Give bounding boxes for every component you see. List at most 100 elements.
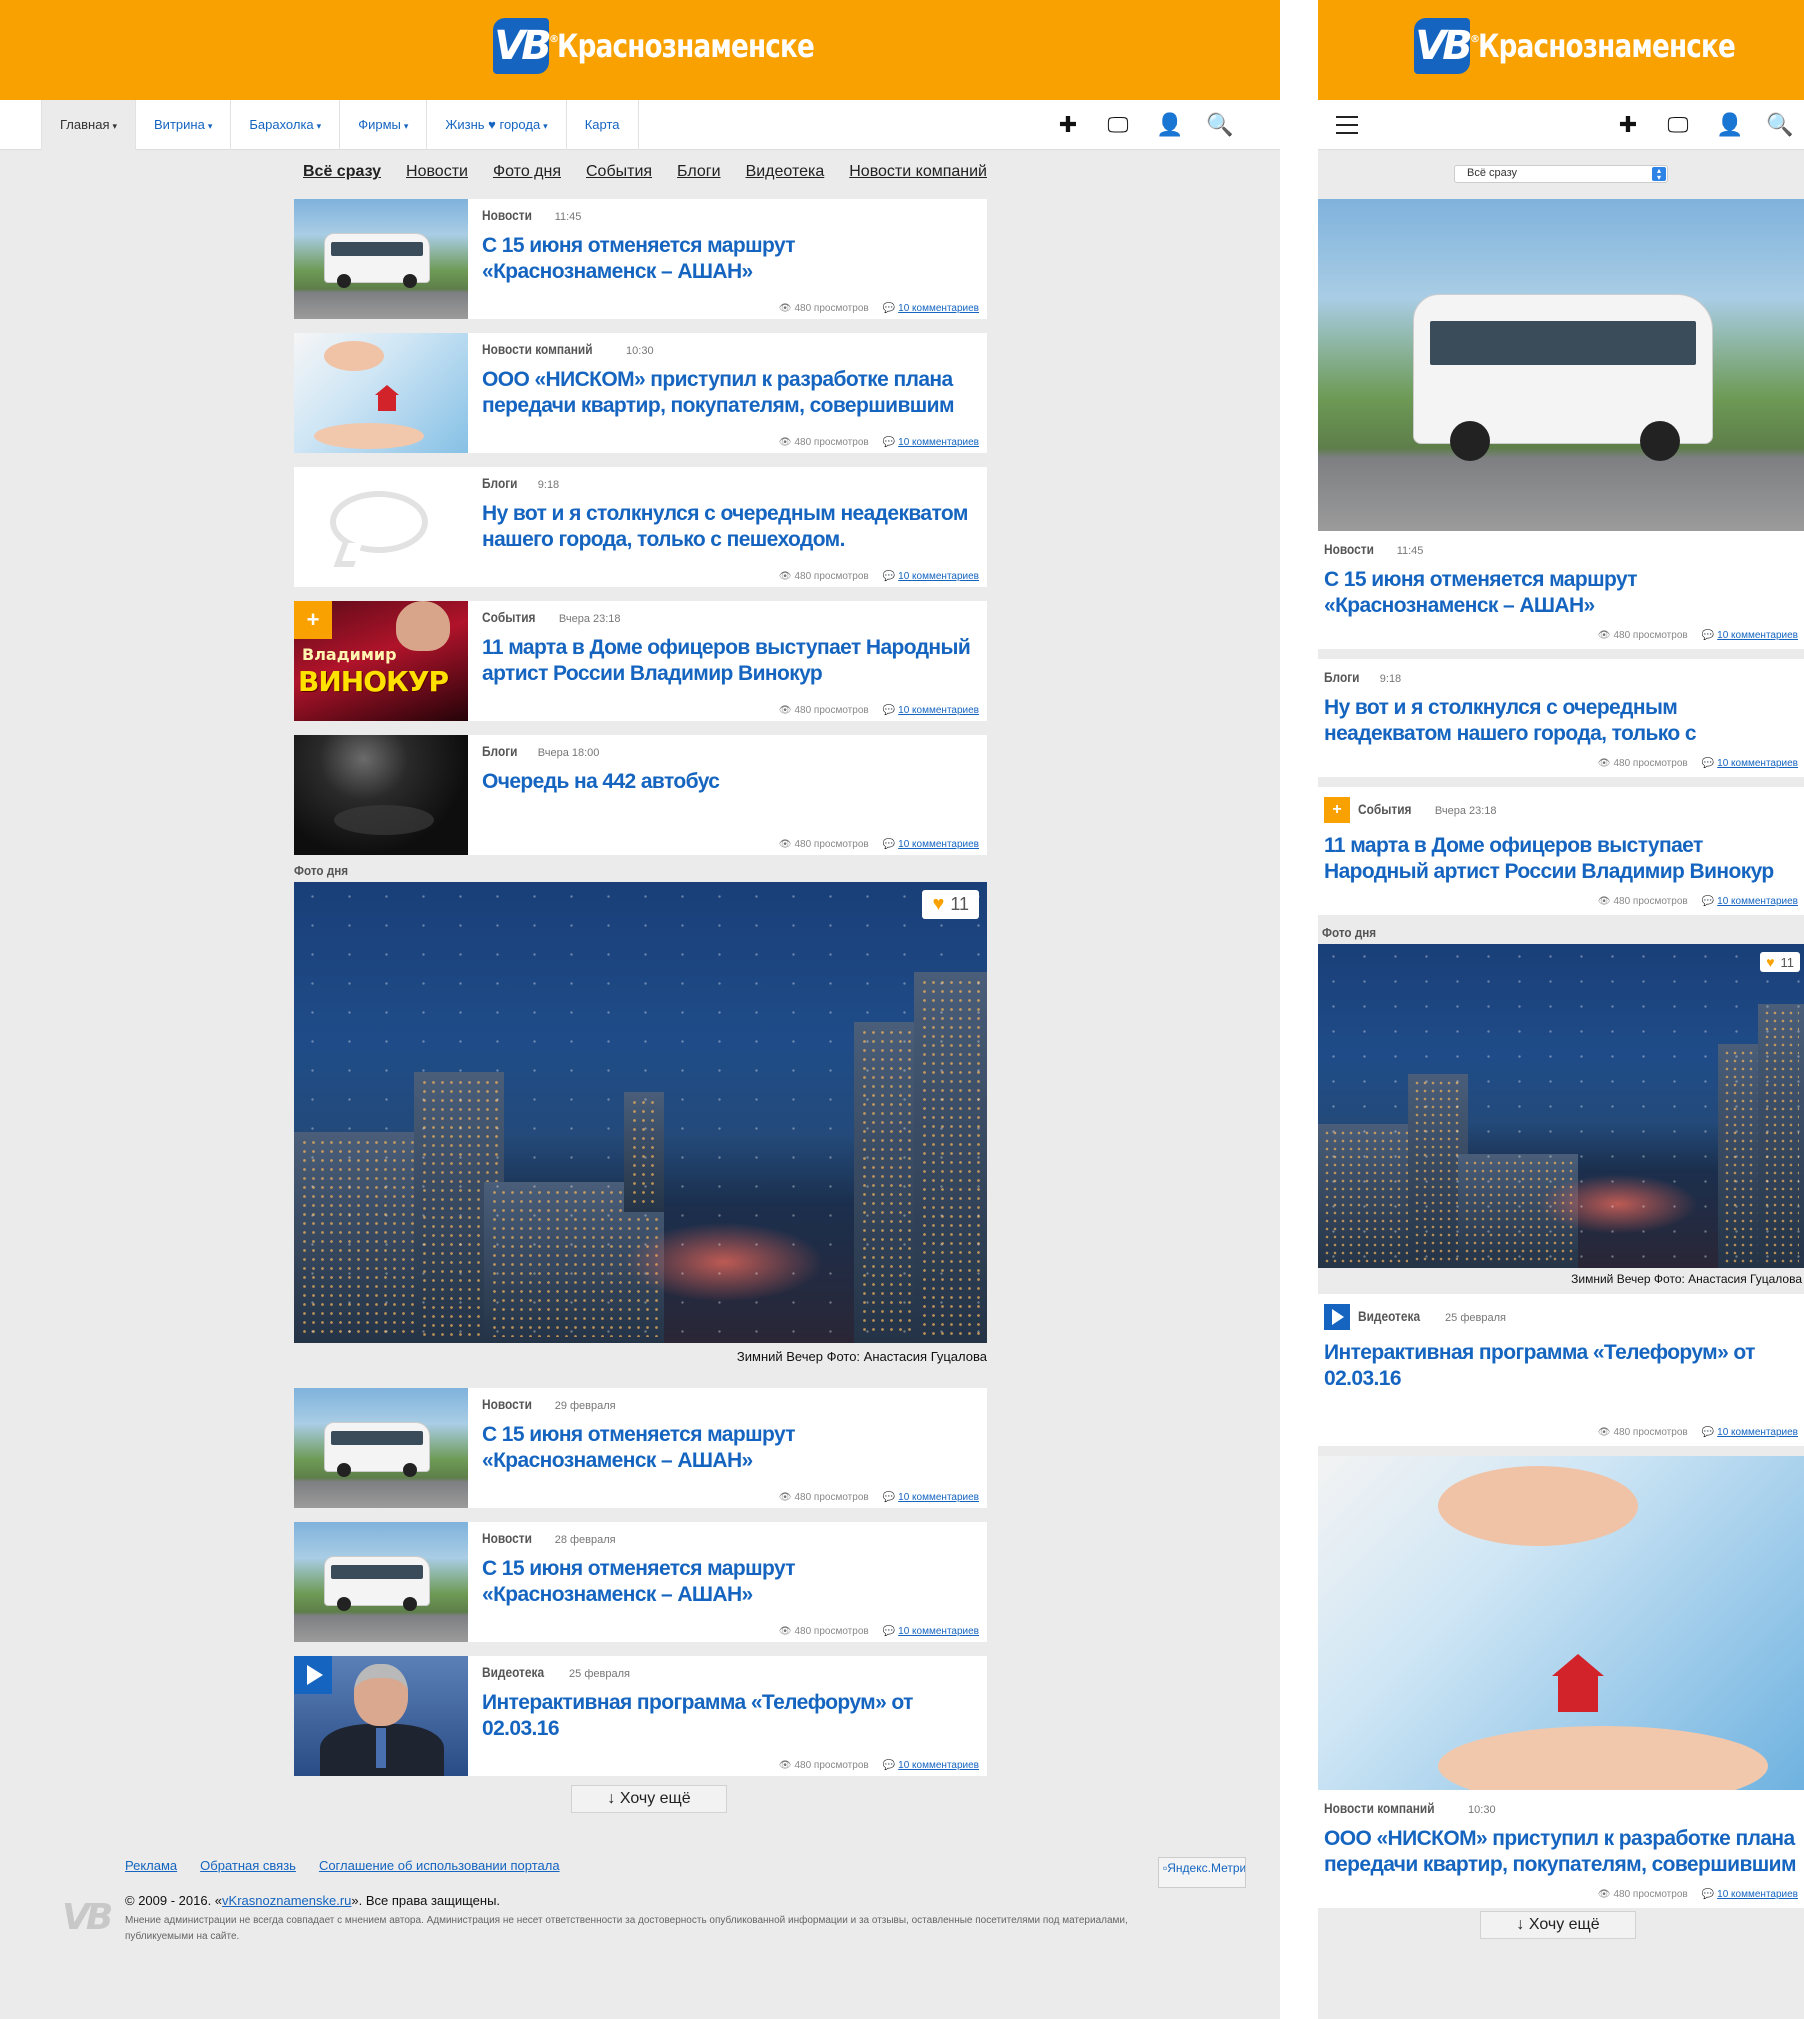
bus-thumbnail[interactable] bbox=[294, 1388, 468, 1508]
comments-link[interactable]: 💬 10 комментариев bbox=[883, 1492, 979, 1503]
news-card[interactable]: Блоги 9:18 Ну вот и я столкнулся с очеред… bbox=[1318, 659, 1804, 777]
card-category[interactable]: Блоги bbox=[482, 743, 518, 759]
site-link[interactable]: vKrasnoznamenske.ru bbox=[222, 1893, 351, 1908]
filter-all[interactable]: Всё сразу bbox=[303, 163, 381, 181]
news-card[interactable]: + События Вчера 23:18 11 марта в Доме офиц… bbox=[1318, 787, 1804, 915]
comments-link[interactable]: 💬 10 комментариев bbox=[1702, 1889, 1798, 1900]
comments-link[interactable]: 💬 10 комментариев bbox=[883, 839, 979, 850]
news-card[interactable]: Новости компаний 10:30 ООО «НИСКОМ» прист… bbox=[294, 333, 987, 453]
nav-item-home[interactable]: Главная ▾ bbox=[41, 100, 137, 150]
photo-of-day-label[interactable]: Фото дня bbox=[1322, 925, 1756, 940]
user-icon[interactable]: 👤 bbox=[1156, 112, 1183, 138]
photo-of-day-label[interactable]: Фото дня bbox=[294, 863, 918, 878]
plus-icon[interactable]: ✚ bbox=[1616, 112, 1640, 138]
filter-company-news[interactable]: Новости компаний bbox=[849, 163, 987, 181]
comments-link[interactable]: 💬 10 комментариев bbox=[1702, 630, 1798, 641]
site-logo[interactable]: VB ® Краснознаменске bbox=[1414, 18, 1791, 74]
card-category[interactable]: События bbox=[482, 609, 535, 625]
yandex-metrika-badge[interactable]: ▫Яндекс.Метрика bbox=[1158, 1857, 1246, 1888]
filter-video[interactable]: Видеотека bbox=[746, 163, 825, 181]
card-category[interactable]: Новости bbox=[482, 1396, 532, 1412]
feed-filter-select[interactable]: Всё сразу ▴ ▾ bbox=[1454, 165, 1668, 183]
comments-link[interactable]: 💬 10 комментариев bbox=[883, 571, 979, 582]
photo-of-day[interactable]: ♥ 11 bbox=[294, 882, 987, 1343]
news-card[interactable]: Видеотека 25 февраля Интерактивная програ… bbox=[1318, 1294, 1804, 1446]
comments-link[interactable]: 💬 10 комментариев bbox=[883, 1626, 979, 1637]
monitor-icon[interactable]: 🖵 bbox=[1106, 112, 1130, 138]
photo-of-day[interactable]: ♥ 11 bbox=[1318, 944, 1804, 1268]
card-title[interactable]: Ну вот и я столкнулся с очередным неадек… bbox=[1324, 695, 1798, 747]
card-title[interactable]: Ну вот и я столкнулся с очередным неадек… bbox=[482, 501, 973, 553]
nav-item-showcase[interactable]: Витрина ▾ bbox=[136, 100, 232, 150]
footer-logo[interactable]: VB bbox=[62, 1897, 113, 1938]
card-title[interactable]: 11 марта в Доме офицеров выступает Народ… bbox=[482, 635, 973, 687]
card-title[interactable]: С 15 июня отменяется маршрут «Краснознам… bbox=[482, 1556, 973, 1608]
card-category[interactable]: Новости компаний bbox=[482, 341, 593, 357]
nav-item-fleamarket[interactable]: Барахолка ▾ bbox=[231, 100, 341, 150]
news-card[interactable]: Новости 28 февраля С 15 июня отменяется м… bbox=[294, 1522, 987, 1642]
night-thumbnail[interactable] bbox=[294, 735, 468, 855]
card-title[interactable]: С 15 июня отменяется маршрут «Краснознам… bbox=[482, 233, 973, 285]
card-title[interactable]: 11 марта в Доме офицеров выступает Народ… bbox=[1324, 833, 1798, 885]
card-category[interactable]: Видеотека bbox=[482, 1664, 544, 1680]
card-category[interactable]: Новости bbox=[482, 1530, 532, 1546]
site-logo[interactable]: VB ® Краснознаменске bbox=[493, 18, 870, 74]
card-category[interactable]: Блоги bbox=[482, 475, 518, 491]
footer-link-ads[interactable]: Реклама bbox=[125, 1858, 177, 1873]
comments-link[interactable]: 💬 10 комментариев bbox=[1702, 896, 1798, 907]
keys-image[interactable] bbox=[1318, 1456, 1804, 1790]
keys-thumbnail[interactable] bbox=[294, 333, 468, 453]
card-category[interactable]: Новости bbox=[1324, 541, 1374, 557]
news-card[interactable]: Блоги Вчера 18:00 Очередь на 442 автобус … bbox=[294, 735, 987, 855]
nav-item-companies[interactable]: Фирмы ▾ bbox=[340, 100, 428, 150]
card-category[interactable]: Блоги bbox=[1324, 669, 1360, 685]
load-more-button[interactable]: ↓ Хочу ещё bbox=[1480, 1911, 1636, 1939]
like-button[interactable]: ♥ 11 bbox=[1760, 952, 1800, 972]
card-category[interactable]: Новости bbox=[482, 207, 532, 223]
comments-link[interactable]: 💬 10 комментариев bbox=[1702, 1427, 1798, 1438]
bus-thumbnail[interactable] bbox=[294, 1522, 468, 1642]
filter-blogs[interactable]: Блоги bbox=[677, 163, 721, 181]
event-poster-thumbnail[interactable]: Владимир ВИНОКУР + bbox=[294, 601, 468, 721]
card-title[interactable]: Очередь на 442 автобус bbox=[482, 769, 973, 795]
bus-thumbnail[interactable] bbox=[294, 199, 468, 319]
card-category[interactable]: События bbox=[1358, 801, 1411, 817]
load-more-button[interactable]: ↓ Хочу ещё bbox=[571, 1785, 727, 1813]
user-icon[interactable]: 👤 bbox=[1716, 112, 1743, 138]
news-card[interactable]: Новости компаний 10:30 ООО «НИСКОМ» прист… bbox=[1318, 1790, 1804, 1908]
plus-icon[interactable]: ✚ bbox=[1056, 112, 1080, 138]
comments-link[interactable]: 💬 10 комментариев bbox=[883, 303, 979, 314]
news-card[interactable]: Видеотека 25 февраля Интерактивная програ… bbox=[294, 1656, 987, 1776]
filter-news[interactable]: Новости bbox=[406, 163, 468, 181]
card-category[interactable]: Новости компаний bbox=[1324, 1800, 1435, 1816]
nav-item-map[interactable]: Карта bbox=[567, 100, 639, 150]
search-icon[interactable]: 🔍 bbox=[1766, 112, 1793, 138]
play-icon[interactable] bbox=[294, 1656, 332, 1694]
news-card[interactable]: Новости 11:45 С 15 июня отменяется маршру… bbox=[1318, 531, 1804, 649]
card-title[interactable]: Интерактивная программа «Телефорум» от 0… bbox=[482, 1690, 973, 1742]
news-card[interactable]: Владимир ВИНОКУР + События Вчера 23:18 11… bbox=[294, 601, 987, 721]
news-card[interactable]: Новости 11:45 С 15 июня отменяется маршру… bbox=[294, 199, 987, 319]
comments-link[interactable]: 💬 10 комментариев bbox=[883, 705, 979, 716]
news-card[interactable]: Новости 29 февраля С 15 июня отменяется м… bbox=[294, 1388, 987, 1508]
card-title[interactable]: Интерактивная программа «Телефорум» от 0… bbox=[1324, 1340, 1798, 1392]
comments-link[interactable]: 💬 10 комментариев bbox=[1702, 758, 1798, 769]
video-thumbnail[interactable] bbox=[294, 1656, 468, 1776]
like-button[interactable]: ♥ 11 bbox=[922, 890, 979, 919]
card-title[interactable]: С 15 июня отменяется маршрут «Краснознам… bbox=[1324, 567, 1798, 619]
monitor-icon[interactable]: 🖵 bbox=[1666, 112, 1690, 138]
card-title[interactable]: ООО «НИСКОМ» приступил к разработке план… bbox=[1324, 1826, 1798, 1878]
card-category[interactable]: Видеотека bbox=[1358, 1308, 1420, 1324]
filter-events[interactable]: События bbox=[586, 163, 652, 181]
card-title[interactable]: С 15 июня отменяется маршрут «Краснознам… bbox=[482, 1422, 973, 1474]
news-card[interactable]: Блоги 9:18 Ну вот и я столкнулся с очеред… bbox=[294, 467, 987, 587]
nav-item-city-life[interactable]: Жизнь ♥ города ▾ bbox=[427, 100, 567, 150]
footer-link-feedback[interactable]: Обратная связь bbox=[200, 1858, 296, 1873]
search-icon[interactable]: 🔍 bbox=[1206, 112, 1233, 138]
menu-icon[interactable] bbox=[1336, 116, 1358, 134]
filter-photo[interactable]: Фото дня bbox=[493, 163, 561, 181]
comments-link[interactable]: 💬 10 комментариев bbox=[883, 1760, 979, 1771]
card-title[interactable]: ООО «НИСКОМ» приступил к разработке план… bbox=[482, 367, 973, 419]
bus-image[interactable] bbox=[1318, 199, 1804, 531]
comments-link[interactable]: 💬 10 комментариев bbox=[883, 437, 979, 448]
